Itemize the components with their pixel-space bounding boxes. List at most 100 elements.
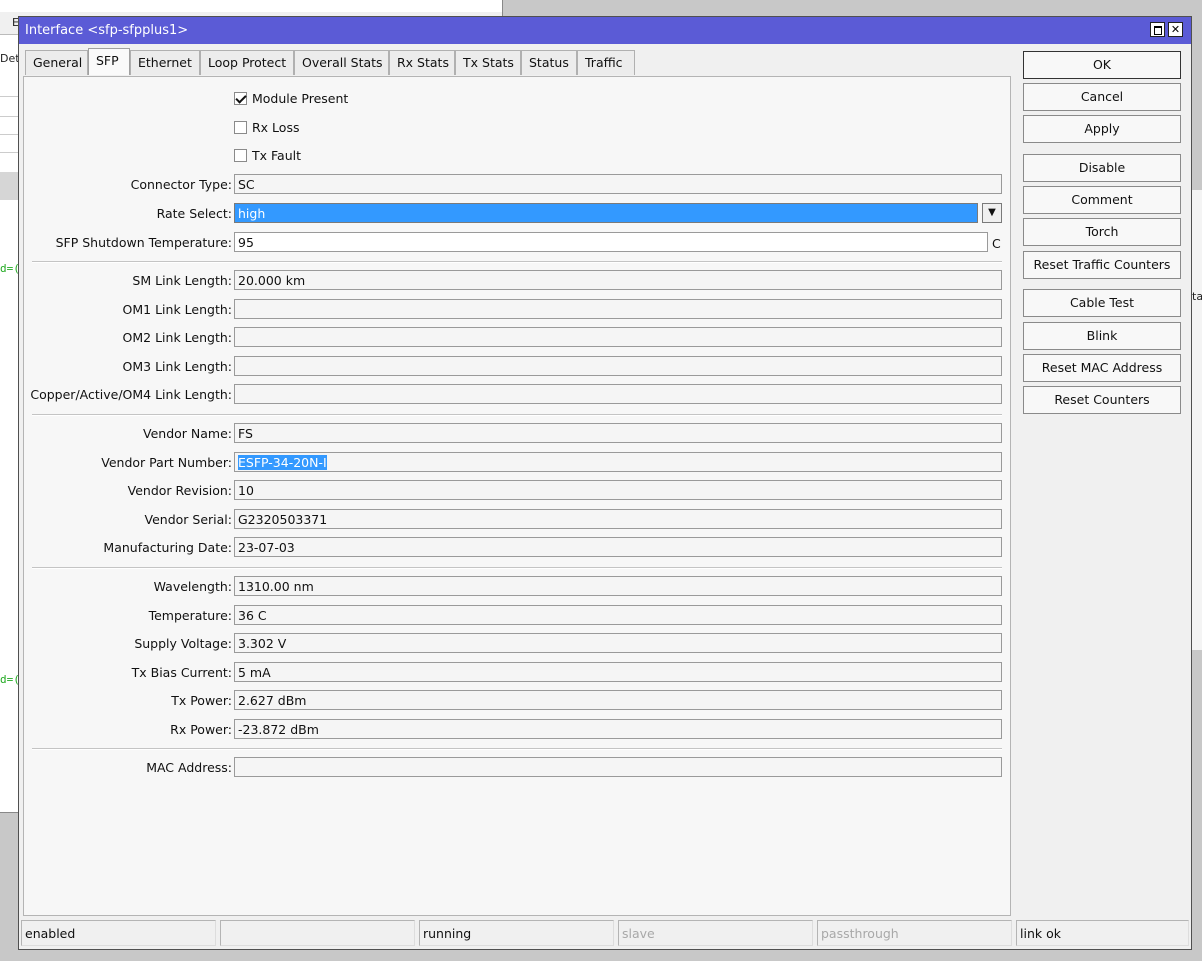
vendor-rev-label: Vendor Revision:	[127, 483, 232, 498]
supply-voltage-label: Supply Voltage:	[134, 636, 232, 651]
reset-counters-button[interactable]: Reset Counters	[1023, 386, 1181, 414]
tx-bias-label: Tx Bias Current:	[131, 665, 232, 680]
om1-link-row: OM1 Link Length:	[24, 299, 1010, 321]
mfg-date-label: Manufacturing Date:	[103, 540, 232, 555]
om2-link-row: OM2 Link Length:	[24, 327, 1010, 349]
maximize-icon[interactable]	[1150, 22, 1165, 37]
mfg-date-field[interactable]: 23-07-03	[234, 537, 1002, 557]
shutdown-temp-input[interactable]: 95	[234, 232, 988, 252]
vendor-rev-row: Vendor Revision: 10	[24, 480, 1010, 502]
status-running: running	[419, 920, 614, 946]
wavelength-row: Wavelength: 1310.00 nm	[24, 576, 1010, 598]
rx-power-row: Rx Power: -23.872 dBm	[24, 719, 1010, 741]
tab-overall-stats[interactable]: Overall Stats	[294, 50, 389, 75]
mac-address-field[interactable]	[234, 757, 1002, 777]
cancel-button[interactable]: Cancel	[1023, 83, 1181, 111]
tx-bias-field[interactable]: 5 mA	[234, 662, 1002, 682]
rate-select-label: Rate Select:	[156, 206, 232, 221]
tx-fault-checkbox[interactable]: Tx Fault	[234, 146, 301, 164]
tab-rx-stats[interactable]: Rx Stats	[389, 50, 455, 75]
om2-link-field[interactable]	[234, 327, 1002, 347]
apply-button[interactable]: Apply	[1023, 115, 1181, 143]
tx-power-row: Tx Power: 2.627 dBm	[24, 690, 1010, 712]
window-title: Interface <sfp-sfpplus1>	[25, 23, 189, 38]
connector-type-label: Connector Type:	[130, 177, 232, 192]
vendor-serial-field[interactable]: G2320503371	[234, 509, 1002, 529]
supply-voltage-field[interactable]: 3.302 V	[234, 633, 1002, 653]
copper-link-label: Copper/Active/OM4 Link Length:	[30, 387, 232, 402]
om1-link-field[interactable]	[234, 299, 1002, 319]
background-text-ta: ta	[1192, 290, 1202, 303]
shutdown-temp-label: SFP Shutdown Temperature:	[55, 235, 232, 250]
om1-link-label: OM1 Link Length:	[122, 302, 232, 317]
supply-voltage-row: Supply Voltage: 3.302 V	[24, 633, 1010, 655]
torch-button[interactable]: Torch	[1023, 218, 1181, 246]
title-bar[interactable]: Interface <sfp-sfpplus1> ✕	[19, 17, 1191, 44]
module-present-label: Module Present	[252, 90, 349, 106]
temperature-label: Temperature:	[148, 608, 232, 623]
tab-status[interactable]: Status	[521, 50, 577, 75]
comment-button[interactable]: Comment	[1023, 186, 1181, 214]
temperature-field[interactable]: 36 C	[234, 605, 1002, 625]
sm-link-row: SM Link Length: 20.000 km	[24, 270, 1010, 292]
vendor-part-field[interactable]: ESFP-34-20N-I	[234, 452, 1002, 472]
shutdown-temp-row: SFP Shutdown Temperature: 95 C	[24, 232, 1010, 254]
reset-mac-address-button[interactable]: Reset MAC Address	[1023, 354, 1181, 382]
mfg-date-row: Manufacturing Date: 23-07-03	[24, 537, 1010, 559]
vendor-name-row: Vendor Name: FS	[24, 423, 1010, 445]
sfp-panel: Module Present Rx Loss Tx Fault Connecto…	[23, 76, 1011, 916]
status-bar: enabled running slave passthrough link o…	[21, 920, 1189, 946]
separator	[32, 261, 1002, 263]
tab-tx-stats[interactable]: Tx Stats	[455, 50, 521, 75]
checkbox-unchecked-icon[interactable]	[234, 148, 247, 162]
om2-link-label: OM2 Link Length:	[122, 330, 232, 345]
module-present-checkbox[interactable]: Module Present	[234, 89, 348, 107]
checkbox-checked-icon[interactable]	[234, 91, 247, 105]
separator	[32, 748, 1002, 750]
checkbox-unchecked-icon[interactable]	[234, 120, 247, 134]
dropdown-arrow-icon[interactable]: ▼	[982, 203, 1002, 223]
close-icon[interactable]: ✕	[1168, 22, 1183, 37]
mac-address-label: MAC Address:	[146, 760, 232, 775]
vendor-name-field[interactable]: FS	[234, 423, 1002, 443]
reset-traffic-counters-button[interactable]: Reset Traffic Counters	[1023, 251, 1181, 279]
tab-general[interactable]: General	[25, 50, 88, 75]
wavelength-field[interactable]: 1310.00 nm	[234, 576, 1002, 596]
ok-button[interactable]: OK	[1023, 51, 1181, 79]
status-passthrough: passthrough	[817, 920, 1012, 946]
status-enabled: enabled	[21, 920, 216, 946]
blink-button[interactable]: Blink	[1023, 322, 1181, 350]
cable-test-button[interactable]: Cable Test	[1023, 289, 1181, 317]
connector-type-row: Connector Type: SC	[24, 174, 1010, 196]
interface-dialog: Interface <sfp-sfpplus1> ✕ General SFP E…	[18, 16, 1192, 950]
om3-link-label: OM3 Link Length:	[122, 359, 232, 374]
connector-type-field[interactable]: SC	[234, 174, 1002, 194]
vendor-serial-label: Vendor Serial:	[144, 512, 232, 527]
vendor-name-label: Vendor Name:	[143, 426, 232, 441]
status-link: link ok	[1016, 920, 1189, 946]
background-code-1: d=(	[0, 262, 20, 275]
copper-link-field[interactable]	[234, 384, 1002, 404]
rx-power-field[interactable]: -23.872 dBm	[234, 719, 1002, 739]
disable-button[interactable]: Disable	[1023, 154, 1181, 182]
tx-fault-label: Tx Fault	[252, 147, 302, 163]
status-empty	[220, 920, 415, 946]
separator	[32, 567, 1002, 569]
om3-link-field[interactable]	[234, 356, 1002, 376]
temperature-row: Temperature: 36 C	[24, 605, 1010, 627]
separator	[32, 414, 1002, 416]
sm-link-field[interactable]: 20.000 km	[234, 270, 1002, 290]
background-text-det: Det	[0, 52, 20, 65]
tx-power-field[interactable]: 2.627 dBm	[234, 690, 1002, 710]
tab-sfp[interactable]: SFP	[88, 48, 130, 75]
mac-address-row: MAC Address:	[24, 757, 1010, 779]
wavelength-label: Wavelength:	[153, 579, 232, 594]
vendor-rev-field[interactable]: 10	[234, 480, 1002, 500]
rate-select-dropdown[interactable]: high	[234, 203, 978, 223]
tab-traffic[interactable]: Traffic	[577, 50, 635, 75]
tab-loop-protect[interactable]: Loop Protect	[200, 50, 294, 75]
rx-loss-checkbox[interactable]: Rx Loss	[234, 118, 299, 136]
selected-text: ESFP-34-20N-I	[238, 455, 327, 470]
rx-loss-label: Rx Loss	[252, 119, 300, 135]
tab-ethernet[interactable]: Ethernet	[130, 50, 200, 75]
